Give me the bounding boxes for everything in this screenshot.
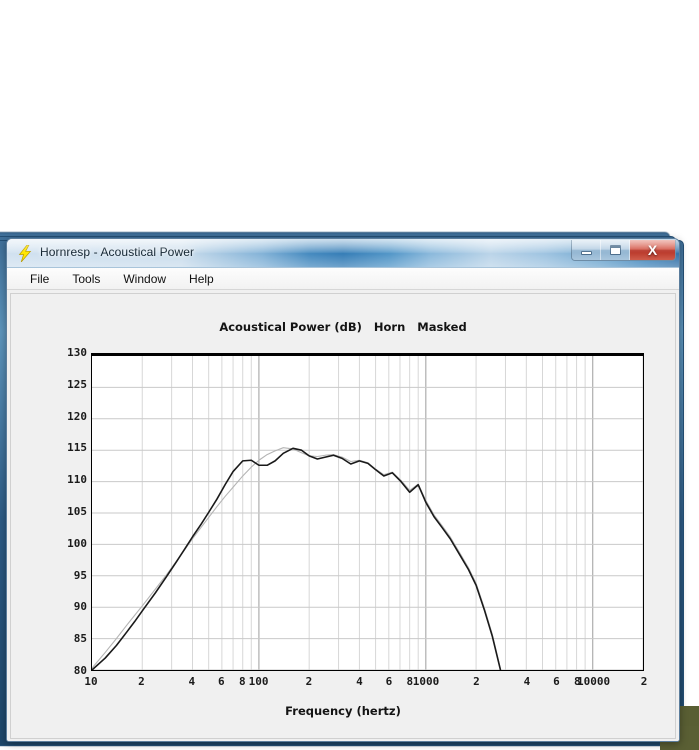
x-tick-label: 4 (188, 675, 196, 688)
close-button[interactable]: X (630, 240, 675, 260)
x-tick-label: 2 (473, 675, 480, 688)
lightning-bolt-icon (18, 245, 32, 262)
x-axis-tick-labels: 10 2 4 6 8 100 2 4 6 8 1000 2 4 6 8 10000 2 (84, 675, 651, 691)
x-tick-label: 2 (138, 675, 145, 688)
x-tick-label: 8 (238, 675, 246, 688)
window-title-bar[interactable]: Hornresp - Acoustical Power X (7, 239, 679, 268)
client-area: Acoustical Power (dB) Horn Masked 130 125… (7, 290, 679, 741)
y-tick-label: 90 (73, 600, 87, 614)
x-tick-label: 10 (84, 675, 98, 688)
minimize-icon (581, 251, 592, 255)
y-tick-label: 130 (67, 346, 87, 359)
x-tick-label: 6 (553, 675, 560, 688)
plot-area[interactable] (91, 353, 644, 671)
close-icon: X (647, 242, 658, 258)
y-axis-tick-labels: 130 125 120 115 110 105 100 95 90 85 80 (47, 347, 87, 676)
menu-item-window[interactable]: Window (114, 270, 175, 288)
window-controls[interactable]: X (571, 240, 676, 261)
menu-bar[interactable]: File Tools Window Help (7, 268, 679, 290)
data-series-lines (92, 447, 502, 670)
x-tick-label: 10000 (577, 675, 611, 688)
y-tick-label: 95 (73, 568, 87, 582)
hornresp-window[interactable]: Hornresp - Acoustical Power X File Tools… (6, 238, 680, 742)
y-tick-label: 100 (67, 536, 87, 550)
maximize-button[interactable] (601, 240, 630, 260)
plot-canvas (92, 356, 643, 670)
y-tick-label: 110 (67, 473, 87, 487)
y-tick-label: 120 (67, 409, 87, 423)
x-tick-label: 6 (218, 675, 225, 688)
menu-item-file[interactable]: File (21, 270, 58, 288)
series-horn (92, 447, 502, 670)
window-title-text: Hornresp - Acoustical Power (40, 245, 195, 259)
x-tick-label: 2 (640, 675, 648, 688)
minimize-button[interactable] (572, 240, 601, 260)
x-tick-label: 6 (385, 675, 393, 688)
x-tick-label: 100 (248, 675, 269, 688)
y-tick-label: 105 (67, 505, 87, 518)
menu-item-tools[interactable]: Tools (63, 270, 109, 288)
x-tick-label: 1000 (412, 675, 440, 688)
y-tick-label: 115 (67, 441, 87, 455)
grid-major-lines (92, 356, 643, 670)
x-axis-title: Frequency (hertz) (285, 704, 401, 718)
maximize-icon (610, 245, 621, 255)
x-tick-label: 4 (356, 675, 363, 688)
x-tick-label: 4 (523, 675, 531, 688)
chart-title: Acoustical Power (dB) Horn Masked (219, 320, 467, 334)
y-tick-label: 80 (73, 664, 87, 677)
y-tick-label: 85 (73, 632, 87, 646)
menu-item-help[interactable]: Help (180, 270, 223, 288)
x-tick-label: 2 (305, 675, 313, 688)
chart-panel: Acoustical Power (dB) Horn Masked 130 125… (10, 293, 676, 739)
y-tick-label: 125 (67, 377, 87, 391)
